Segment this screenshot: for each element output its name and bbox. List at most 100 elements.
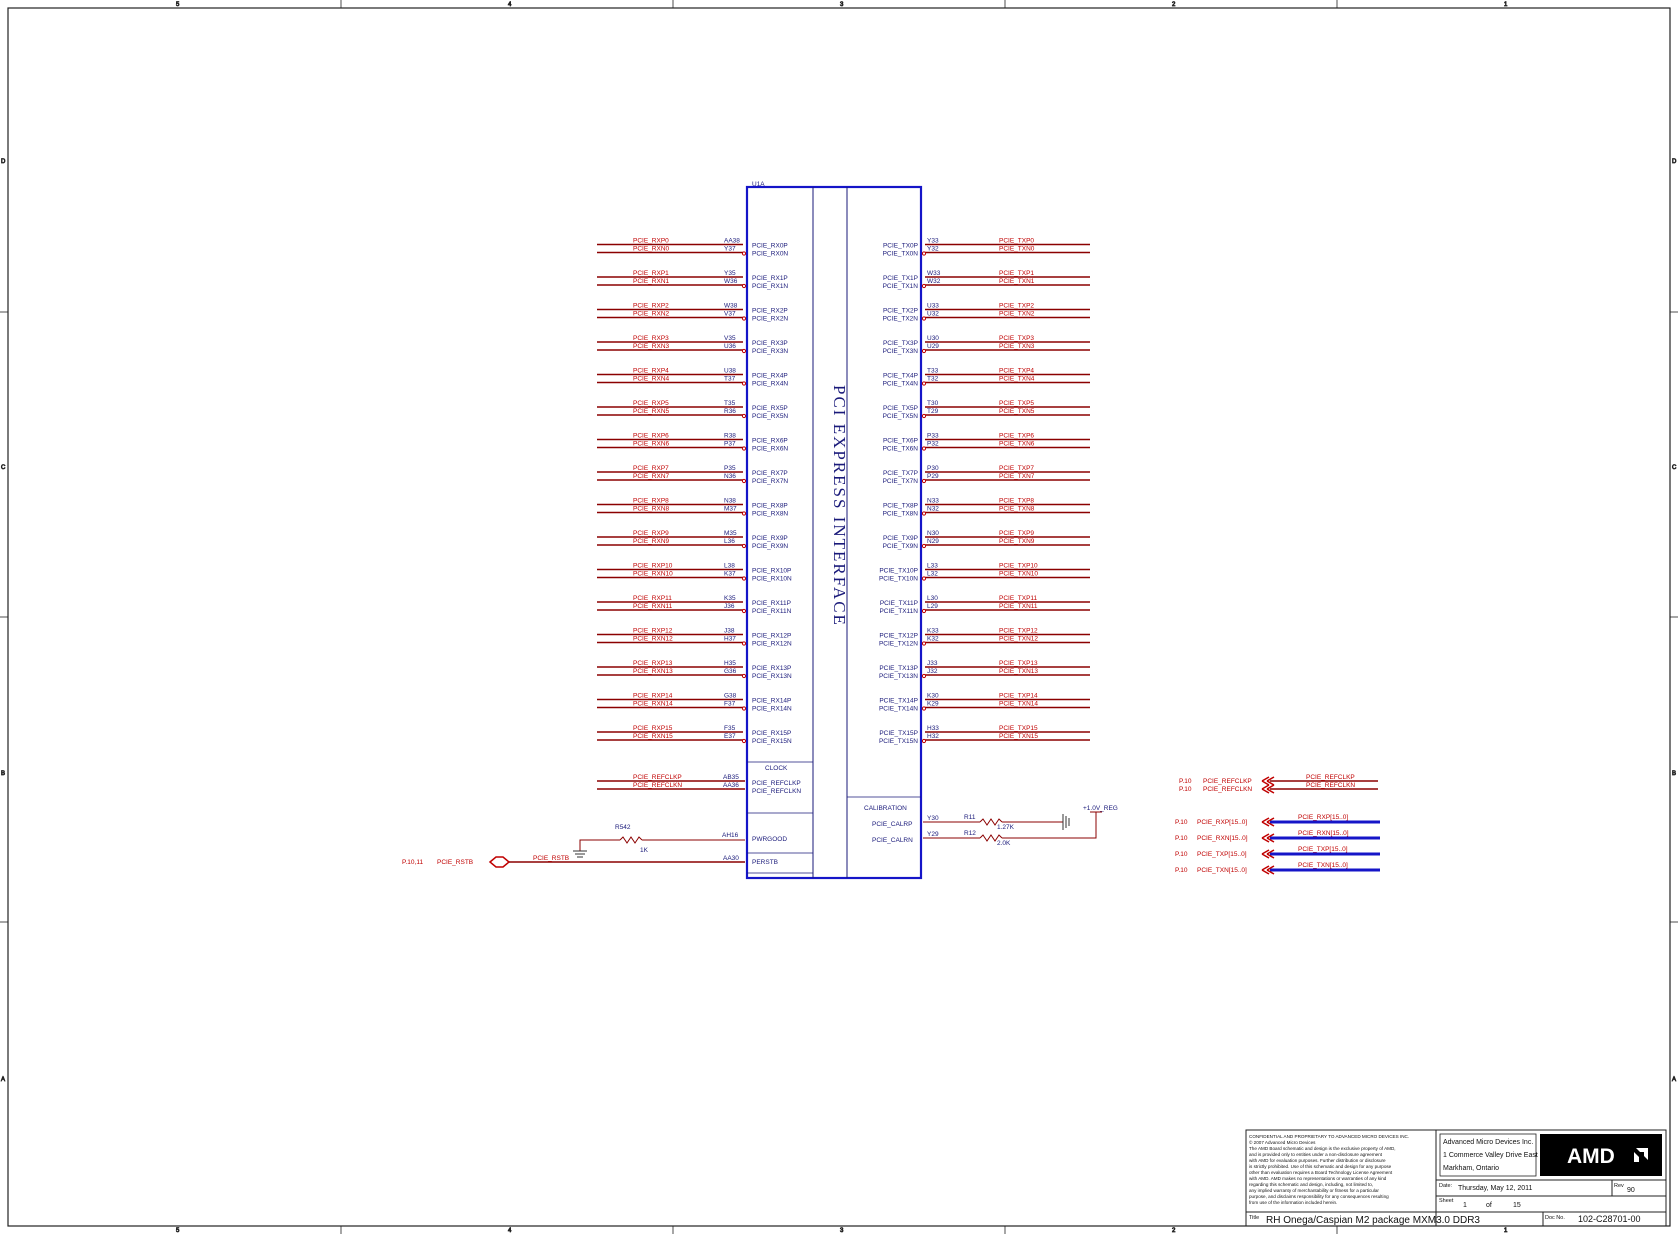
rx-net-p: PCIE_RXP11 [633,595,672,602]
rx-net-n: PCIE_RXN15 [633,733,673,740]
tx-net-n: PCIE_TXN5 [999,408,1035,415]
tx-net-p: PCIE_TXP14 [999,693,1038,700]
tx-pin-p: PCIE_TX8P [883,503,918,510]
zone-bottom-3: 3 [840,1228,844,1234]
r11-value: 1.27K [997,824,1015,831]
tx-net-n: PCIE_TXN14 [999,701,1038,708]
rx-pin-n: PCIE_RX12N [752,641,792,648]
tx-ball-n: U32 [927,311,939,318]
docno-label: Doc No. [1545,1215,1565,1221]
rx-net-p: PCIE_RXP7 [633,465,669,472]
zone-left-D: D [1,159,6,165]
rx-net-p: PCIE_RXP5 [633,400,669,407]
tx-ball-n: N32 [927,506,939,513]
tx-pin-p: PCIE_TX15P [879,730,918,737]
rx-net-n: PCIE_RXN14 [633,701,673,708]
tx-pin-n: PCIE_TX3N [883,348,919,355]
tx-ball-n: J32 [927,668,938,675]
zone-top-4: 4 [508,2,512,8]
rx-ball-p: Y35 [724,270,736,277]
tx-pin-p: PCIE_TX9P [883,535,918,542]
tx-pin-n: PCIE_TX15N [879,738,918,745]
rx-ball-n: K37 [724,571,736,578]
rx-lane-8: PCIE_RXP8PCIE_RXN8 N38M37 PCIE_RX8PPCIE_RX… [597,498,788,518]
zone-right-B: B [1672,771,1676,777]
rx-pin-p: PCIE_RX5P [752,405,788,412]
confidential-notice: CONFIDENTIAL AND PROPRIETARY TO ADVANCED… [1249,1134,1409,1205]
rx-pin-p: PCIE_RX1P [752,275,788,282]
tx-net-n: PCIE_TXN15 [999,733,1038,740]
rx-net-p: PCIE_RXP15 [633,725,673,732]
tx-ball-n: H32 [927,733,939,740]
tx-net-n: PCIE_TXN2 [999,311,1035,318]
tx-pin-n: PCIE_TX2N [883,316,919,323]
tx-net-p: PCIE_TXP15 [999,725,1038,732]
rx-pin-n: PCIE_RX2N [752,316,788,323]
rx-ball-p: J38 [724,628,735,635]
rx-ball-n: N36 [724,473,736,480]
confidential-line: with AMD. AMD makes no representations o… [1249,1176,1387,1181]
rx-pin-n: PCIE_RX0N [752,251,788,258]
rx-pin-n: PCIE_RX11N [752,608,792,615]
tx-pin-p: PCIE_TX13P [879,665,918,672]
rx-lane-0: PCIE_RXP0PCIE_RXN0 AA38Y37 PCIE_RX0PPCIE_R… [597,238,788,258]
confidential-line: CONFIDENTIAL AND PROPRIETARY TO ADVANCED… [1249,1134,1409,1139]
rx-pin-p: PCIE_RX9P [752,535,788,542]
offpage-page-ref: P.10 [1175,819,1188,826]
tx-pin-p: PCIE_TX6P [883,438,918,445]
rx-ball-n: M37 [724,506,737,513]
tx-lane-3: PCIE_TXP3PCIE_TXN3 U30U29 PCIE_TX3PPCIE_TX… [883,335,1090,355]
pwrgood-resistor-value: 1K [640,847,649,854]
rx-net-n: PCIE_RXN2 [633,311,670,318]
tx-pin-n: PCIE_TX4N [883,381,919,388]
tx-lane-14: PCIE_TXP14PCIE_TXN14 K30K29 PCIE_TX14PPCIE… [879,693,1090,713]
rx-ball-n: V37 [724,311,736,318]
tx-pin-p: PCIE_TX10P [879,568,918,575]
rx-pin-n: PCIE_RX14N [752,706,792,713]
tx-pin-n: PCIE_TX6N [883,446,919,453]
tx-net-p: PCIE_TXP10 [999,563,1038,570]
offpage-bus-1: P.10 PCIE_RXN[15..0] PCIE_RXN[15..0] [1175,830,1380,843]
rx-net-n: PCIE_RXN11 [633,603,673,610]
offpage-net: PCIE_TXP[15..0] [1197,851,1247,858]
tx-pin-p: PCIE_TX0P [883,243,918,250]
rx-net-p: PCIE_RXP0 [633,238,669,245]
title-block: CONFIDENTIAL AND PROPRIETARY TO ADVANCED… [1245,1129,1667,1227]
tx-net-n: PCIE_TXN8 [999,506,1035,513]
tx-pin-p: PCIE_TX12P [879,633,918,640]
tx-ball-p: T33 [927,368,939,375]
tx-ball-p: P30 [927,465,939,472]
tx-ball-p: U33 [927,303,939,310]
rx-net-n: PCIE_RXN10 [633,571,673,578]
schematic-sheet: 5544332211D DC CB BA A U1A CLOCK CALIBRATION… [0,0,1678,1234]
tx-lane-13: PCIE_TXP13PCIE_TXN13 J33J32 PCIE_TX13PPCIE… [879,660,1090,680]
zone-bottom-5: 5 [176,1228,180,1234]
tx-lane-12: PCIE_TXP12PCIE_TXN12 K33K32 PCIE_TX12PPCIE… [879,628,1090,648]
rx-net-n: PCIE_RXN0 [633,246,670,253]
rx-ball-p: N38 [724,498,736,505]
tx-net-p: PCIE_TXP1 [999,270,1034,277]
offpage-bus-label: PCIE_TXP[15..0] [1298,846,1348,853]
tx-ball-p: L30 [927,595,938,602]
rx-pin-n: PCIE_RX10N [752,576,792,583]
zone-right-A: A [1672,1077,1676,1083]
tx-net-p: PCIE_TXP9 [999,530,1034,537]
zone-top-1: 1 [1504,2,1508,8]
tx-ball-p: H33 [927,725,939,732]
of-label: of [1486,1202,1492,1209]
tx-ball-n: L32 [927,571,938,578]
rx-ball-n: G36 [724,668,737,675]
tx-ball-p: J33 [927,660,938,667]
calrn-ball: Y29 [927,831,939,838]
perst-offpage-net: PCIE_RSTB [437,859,473,866]
offpage-page-ref: P.10 [1179,786,1192,793]
zone-right-C: C [1672,465,1677,471]
tx-lane-6: PCIE_TXP6PCIE_TXN6 P33P32 PCIE_TX6PPCIE_TX… [883,433,1090,453]
rx-pin-p: PCIE_RX13P [752,665,791,672]
rx-net-p: PCIE_RXP13 [633,660,673,667]
tx-pin-n: PCIE_TX7N [883,478,919,485]
sheet-label: Sheet [1439,1198,1454,1204]
refclkn-pin: PCIE_REFCLKN [752,788,801,795]
tx-net-n: PCIE_TXN7 [999,473,1035,480]
rx-net-p: PCIE_RXP1 [633,270,669,277]
